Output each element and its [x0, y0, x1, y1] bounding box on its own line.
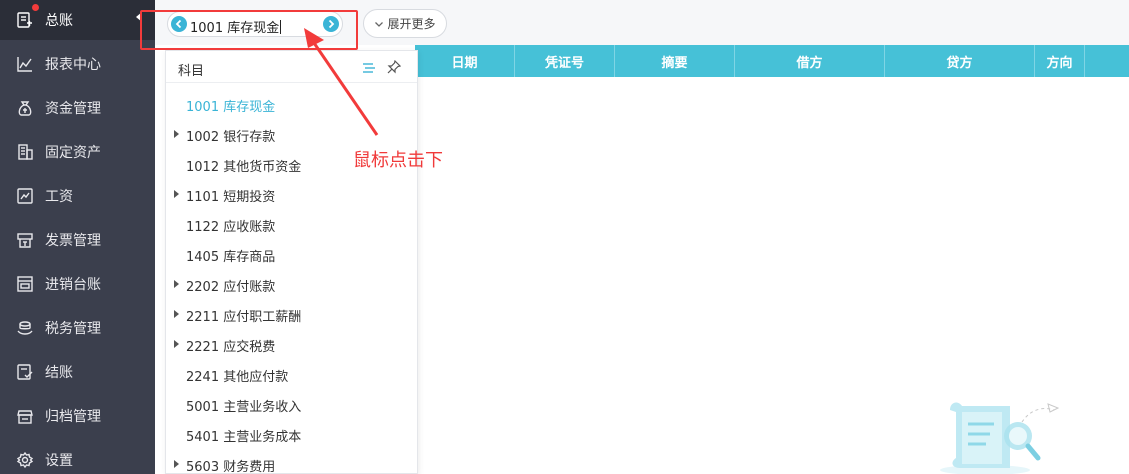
expand-more-button[interactable]: 展开更多: [363, 9, 447, 38]
sidebar-item-salary[interactable]: 工资: [0, 176, 155, 216]
column-header-filler: [1085, 45, 1129, 77]
pin-icon[interactable]: [387, 60, 401, 74]
sidebar-item-label: 归档管理: [45, 409, 101, 425]
subject-item[interactable]: 2202 应付账款: [166, 269, 417, 299]
subject-item-label: 2202 应付账款: [186, 280, 276, 295]
sidebar-item-label: 进销台账: [45, 277, 101, 293]
sidebar-item-archive-management[interactable]: 归档管理: [0, 396, 155, 436]
sidebar-item-sales-ledger[interactable]: 进销台账: [0, 264, 155, 304]
subject-item[interactable]: 5603 财务费用: [166, 449, 417, 474]
sidebar-item-invoice-management[interactable]: 发票管理: [0, 220, 155, 260]
subject-item[interactable]: 2241 其他应付款: [166, 359, 417, 389]
expand-triangle-icon[interactable]: [174, 190, 179, 198]
expand-more-label: 展开更多: [387, 17, 436, 31]
subject-item-label: 1001 库存现金: [186, 100, 276, 115]
sidebar-item-label: 总账: [45, 13, 73, 29]
column-header-voucher-no[interactable]: 凭证号: [515, 45, 615, 77]
salary-icon: [16, 187, 34, 205]
invoice-icon: [16, 231, 34, 249]
subject-item[interactable]: 2211 应付职工薪酬: [166, 299, 417, 329]
subject-item-label: 1405 库存商品: [186, 250, 276, 265]
column-header-debit[interactable]: 借方: [735, 45, 885, 77]
empty-state-illustration: [940, 402, 1060, 474]
subject-item-label: 1101 短期投资: [186, 190, 276, 205]
sidebar: 总账 报表中心 资金管理 固定资产 工资 发票管理 进销台账 税务管理 结账 归…: [0, 0, 155, 474]
expand-triangle-icon[interactable]: [174, 310, 179, 318]
subject-item-label: 5401 主营业务成本: [186, 430, 302, 445]
subject-item-label: 1012 其他货币资金: [186, 160, 302, 175]
expand-triangle-icon[interactable]: [174, 130, 179, 138]
gear-icon: [16, 451, 34, 469]
expand-triangle-icon[interactable]: [174, 280, 179, 288]
ledger-icon: [16, 11, 34, 29]
sidebar-item-checkout[interactable]: 结账: [0, 352, 155, 392]
subject-item[interactable]: 1001 库存现金: [166, 89, 417, 119]
dropdown-title: 科目: [178, 64, 205, 79]
archive-icon: [16, 407, 34, 425]
annotation-text: 鼠标点击下: [353, 150, 443, 171]
sidebar-item-label: 资金管理: [45, 101, 101, 117]
sidebar-item-report-center[interactable]: 报表中心: [0, 44, 155, 84]
chevron-down-icon: [375, 21, 384, 27]
subject-item-label: 2241 其他应付款: [186, 370, 289, 385]
sidebar-item-label: 工资: [45, 189, 73, 205]
table-header: 日期 凭证号 摘要 借方 贷方 方向: [415, 45, 1129, 77]
sidebar-item-fixed-assets[interactable]: 固定资产: [0, 132, 155, 172]
chart-icon: [16, 55, 34, 73]
subject-item[interactable]: 1101 短期投资: [166, 179, 417, 209]
column-header-credit[interactable]: 贷方: [885, 45, 1035, 77]
sidebar-item-label: 固定资产: [45, 145, 101, 161]
subject-item[interactable]: 1405 库存商品: [166, 239, 417, 269]
highlight-box: [140, 10, 358, 50]
subject-item[interactable]: 1122 应收账款: [166, 209, 417, 239]
subject-item-label: 2221 应交税费: [186, 340, 276, 355]
building-icon: [16, 143, 34, 161]
sidebar-item-label: 设置: [45, 453, 73, 469]
subject-item[interactable]: 2221 应交税费: [166, 329, 417, 359]
subject-item-label: 1002 银行存款: [186, 130, 276, 145]
subject-item-label: 5001 主营业务收入: [186, 400, 302, 415]
sidebar-item-tax-management[interactable]: 税务管理: [0, 308, 155, 348]
checkout-icon: [16, 363, 34, 381]
sidebar-item-general-ledger[interactable]: 总账: [0, 0, 155, 40]
money-bag-icon: [16, 99, 34, 117]
sidebar-item-label: 发票管理: [45, 233, 101, 249]
sidebar-item-label: 报表中心: [45, 57, 101, 73]
subject-item-label: 2211 应付职工薪酬: [186, 310, 302, 325]
column-header-date[interactable]: 日期: [415, 45, 515, 77]
subject-dropdown: 科目 1001 库存现金 1002 银行存款 1012 其他货币资金 1101 短期投…: [165, 50, 418, 474]
subject-item[interactable]: 5401 主营业务成本: [166, 419, 417, 449]
subject-item[interactable]: 1002 银行存款: [166, 119, 417, 149]
ledger-book-icon: [16, 275, 34, 293]
subject-item-label: 5603 财务费用: [186, 460, 276, 474]
column-header-summary[interactable]: 摘要: [615, 45, 735, 77]
expand-triangle-icon[interactable]: [174, 460, 179, 468]
expand-triangle-icon[interactable]: [174, 340, 179, 348]
sidebar-item-settings[interactable]: 设置: [0, 440, 155, 474]
subject-item-label: 1122 应收账款: [186, 220, 276, 235]
subject-item[interactable]: 5001 主营业务收入: [166, 389, 417, 419]
column-header-direction[interactable]: 方向: [1035, 45, 1085, 77]
dropdown-header: 科目: [166, 51, 417, 83]
sidebar-item-label: 结账: [45, 365, 73, 381]
sidebar-item-label: 税务管理: [45, 321, 101, 337]
sidebar-item-fund-management[interactable]: 资金管理: [0, 88, 155, 128]
tax-icon: [16, 319, 34, 337]
notification-dot: [32, 4, 39, 11]
list-view-icon[interactable]: [362, 61, 376, 75]
